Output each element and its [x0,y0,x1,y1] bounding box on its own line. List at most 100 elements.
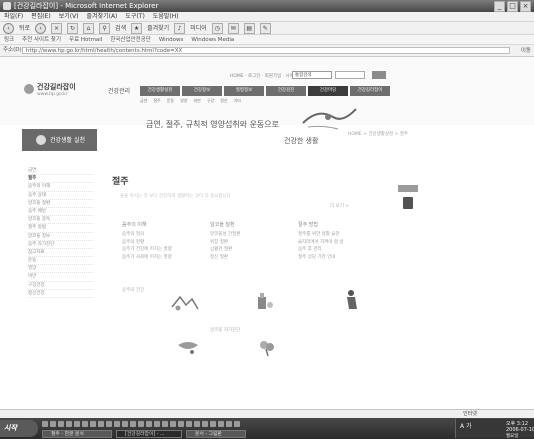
quicklaunch-icon[interactable] [106,421,112,427]
quicklaunch-icon[interactable] [170,421,176,427]
quicklaunch-icon[interactable] [226,421,232,427]
list-item[interactable]: 음주가 건강에 미치는 영향 [122,246,172,254]
home-icon[interactable]: ⌂ [83,22,95,34]
sidebar-item[interactable]: 알코올 정보 [28,233,93,241]
maximize-button[interactable]: □ [507,1,518,12]
list-item[interactable]: 심혈관 질환 [210,246,240,254]
gnb-item[interactable]: 질병정보 [224,86,264,96]
cup-illustration-icon[interactable] [176,339,200,357]
gnb-item[interactable]: 건강생활실천 [140,86,180,96]
quicklaunch-icon[interactable] [202,421,208,427]
quicklaunch-icon[interactable] [122,421,128,427]
gnb-item[interactable]: 건강검진 [266,86,306,96]
quicklaunch-icon[interactable] [74,421,80,427]
taskbar-task[interactable]: 문서 - 그림판 [186,430,246,438]
list-item[interactable]: 음주의 현황 [122,239,172,247]
glass-illustration-icon[interactable] [170,293,200,313]
stop-icon[interactable]: × [51,22,63,34]
gnb-item[interactable]: 건강정보 [182,86,222,96]
site-search-input[interactable] [335,71,365,79]
clip-caption[interactable]: 알코올 자가진단 [210,327,240,333]
sidebar-item[interactable]: 음주 자가진단 [28,241,93,249]
menu-view[interactable]: 보기(V) [59,12,79,21]
mail-icon[interactable]: ✉ [227,22,239,34]
quicklaunch-icon[interactable] [234,421,240,427]
search-category-select[interactable]: 통합검색 [292,71,332,79]
list-item[interactable]: 절주 상담 기관 안내 [298,254,344,262]
search-icon[interactable]: ⚲ [99,22,111,34]
quicklaunch-icon[interactable] [162,421,168,427]
link-item[interactable]: 한국산업안전공단 [110,35,150,44]
list-item[interactable]: 절주를 위한 생활 습관 [298,231,344,239]
quicklaunch-icon[interactable] [66,421,72,427]
search-label[interactable]: 검색 [115,22,126,35]
sidebar-item[interactable]: 알코올 질환 [28,200,93,208]
menu-edit[interactable]: 편집(E) [31,12,51,21]
quicklaunch-icon[interactable] [138,421,144,427]
flower-illustration-icon[interactable] [256,337,280,357]
list-item[interactable]: 음주가 사회에 미치는 영향 [122,254,172,262]
list-item[interactable]: 알코올성 간질환 [210,231,240,239]
site-logo[interactable]: 건강길라잡이 www.hp.go.kr [24,81,94,101]
favorites-label[interactable]: 즐겨찾기 [147,22,169,35]
figure-illustration-icon[interactable] [344,289,360,311]
sidebar-item[interactable]: 절주 방법 [28,224,93,233]
more-link[interactable]: 더 보기 > [330,203,349,209]
link-item[interactable]: 추천 사이트 찾기 [22,35,61,44]
column-heading[interactable]: 알코올 질환 [210,221,240,228]
quicklaunch-icon[interactable] [186,421,192,427]
link-item[interactable]: 무료 Hotmail [69,35,102,44]
menu-file[interactable]: 파일(F) [4,12,23,21]
print-icon[interactable]: ▤ [243,22,255,34]
ime-indicator[interactable]: A 가 [460,421,472,430]
sidebar-item[interactable]: 구강건강 [28,282,93,290]
quicklaunch-icon[interactable] [42,421,48,427]
gnb-item[interactable]: 건강길라잡이 [350,86,390,96]
sidebar-item[interactable]: 음주 상태 [28,192,93,200]
quicklaunch-icon[interactable] [210,421,216,427]
quicklaunch-icon[interactable] [58,421,64,427]
quicklaunch-icon[interactable] [114,421,120,427]
favorites-star-icon[interactable]: ★ [131,22,143,34]
taskbar-task-active[interactable]: [건강길라잡이] - ... [116,430,182,438]
media-label[interactable]: 미디어 [190,22,207,35]
clock-time[interactable]: 오후 3:12 [506,420,528,427]
sidebar-item-selected[interactable]: 절주 [28,175,93,184]
sidebar-item[interactable]: 음주의 이해 [28,183,93,192]
quicklaunch-icon[interactable] [98,421,104,427]
column-heading[interactable]: 음주의 이해 [122,221,172,228]
minimize-button[interactable]: _ [494,1,505,12]
quicklaunch-icon[interactable] [218,421,224,427]
link-item[interactable]: Windows Media [191,35,234,44]
sidebar-item[interactable]: 영양 [28,265,93,274]
quicklaunch-icon[interactable] [146,421,152,427]
list-item[interactable]: 음주 후 관리 [298,246,344,254]
page-viewport[interactable]: 건강길라잡이 www.hp.go.kr HOME · 로그인 · 회원가입 · … [0,57,534,409]
list-item[interactable]: 위장 질환 [210,239,240,247]
menu-help[interactable]: 도움말(H) [153,12,179,21]
taskbar-task[interactable]: 절주 - 한글 문서 [42,430,112,438]
column-heading[interactable]: 절주 방법 [298,221,344,228]
link-item[interactable]: Windows [159,35,184,44]
book-icon[interactable] [403,197,413,209]
sidebar-item[interactable]: 정신건강 [28,290,93,298]
sidebar-item[interactable]: 알코올 중독 [28,216,93,225]
forward-arrow-icon[interactable]: › [35,22,47,34]
media-icon[interactable]: ♪ [174,22,186,34]
sidebar-item[interactable]: 음주 예방 [28,208,93,217]
menu-tools[interactable]: 도구(T) [125,12,144,21]
menu-favorites[interactable]: 즐겨찾기(A) [87,12,118,21]
go-button[interactable]: 이동 [521,46,531,57]
quicklaunch-icon[interactable] [178,421,184,427]
sidebar-item[interactable]: 운동 [28,257,93,266]
list-item[interactable]: 음주의 정의 [122,231,172,239]
quicklaunch-icon[interactable] [154,421,160,427]
bottle-illustration-icon[interactable] [254,291,276,311]
quicklaunch-icon[interactable] [130,421,136,427]
gnb-item-active[interactable]: 건강마당 [308,86,348,96]
clip-caption[interactable]: 음주와 건강 [122,287,144,293]
quicklaunch-icon[interactable] [50,421,56,427]
quicklaunch-icon[interactable] [90,421,96,427]
back-arrow-icon[interactable]: ‹ [3,22,14,34]
sidebar-item[interactable]: 비만 [28,273,93,282]
